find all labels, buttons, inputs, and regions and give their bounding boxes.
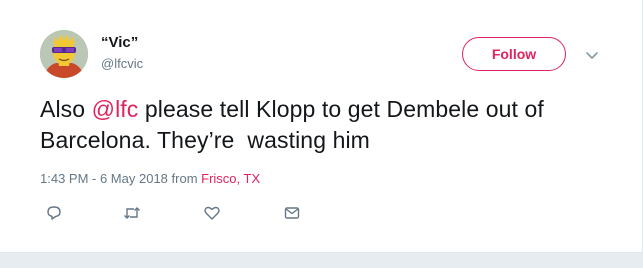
action-bar bbox=[0, 200, 642, 226]
retweet-icon[interactable] bbox=[123, 204, 141, 222]
location-link[interactable]: Frisco, TX bbox=[201, 171, 260, 186]
mention-link[interactable]: @lfc bbox=[92, 96, 139, 122]
avatar[interactable] bbox=[40, 30, 88, 78]
cartoon-character-sunglasses-avatar-icon bbox=[40, 30, 88, 78]
direct-message-icon[interactable] bbox=[283, 204, 301, 222]
tweet-card: “Vic” @lfcvic Follow Also @lfc please te… bbox=[0, 0, 643, 253]
tweet-text: Also @lfc please tell Klopp to get Dembe… bbox=[40, 94, 600, 156]
chevron-down-icon[interactable] bbox=[583, 46, 601, 64]
display-name[interactable]: “Vic” bbox=[101, 34, 138, 51]
follow-button[interactable]: Follow bbox=[462, 37, 566, 71]
like-heart-icon[interactable] bbox=[203, 204, 221, 222]
tweet-meta: 1:43 PM - 6 May 2018 from Frisco, TX bbox=[40, 171, 260, 186]
reply-icon[interactable] bbox=[45, 204, 63, 222]
user-handle[interactable]: @lfcvic bbox=[101, 56, 143, 71]
timestamp[interactable]: 1:43 PM - 6 May 2018 bbox=[40, 171, 168, 186]
tweet-text-before: Also bbox=[40, 96, 92, 122]
from-label: from bbox=[167, 171, 202, 186]
